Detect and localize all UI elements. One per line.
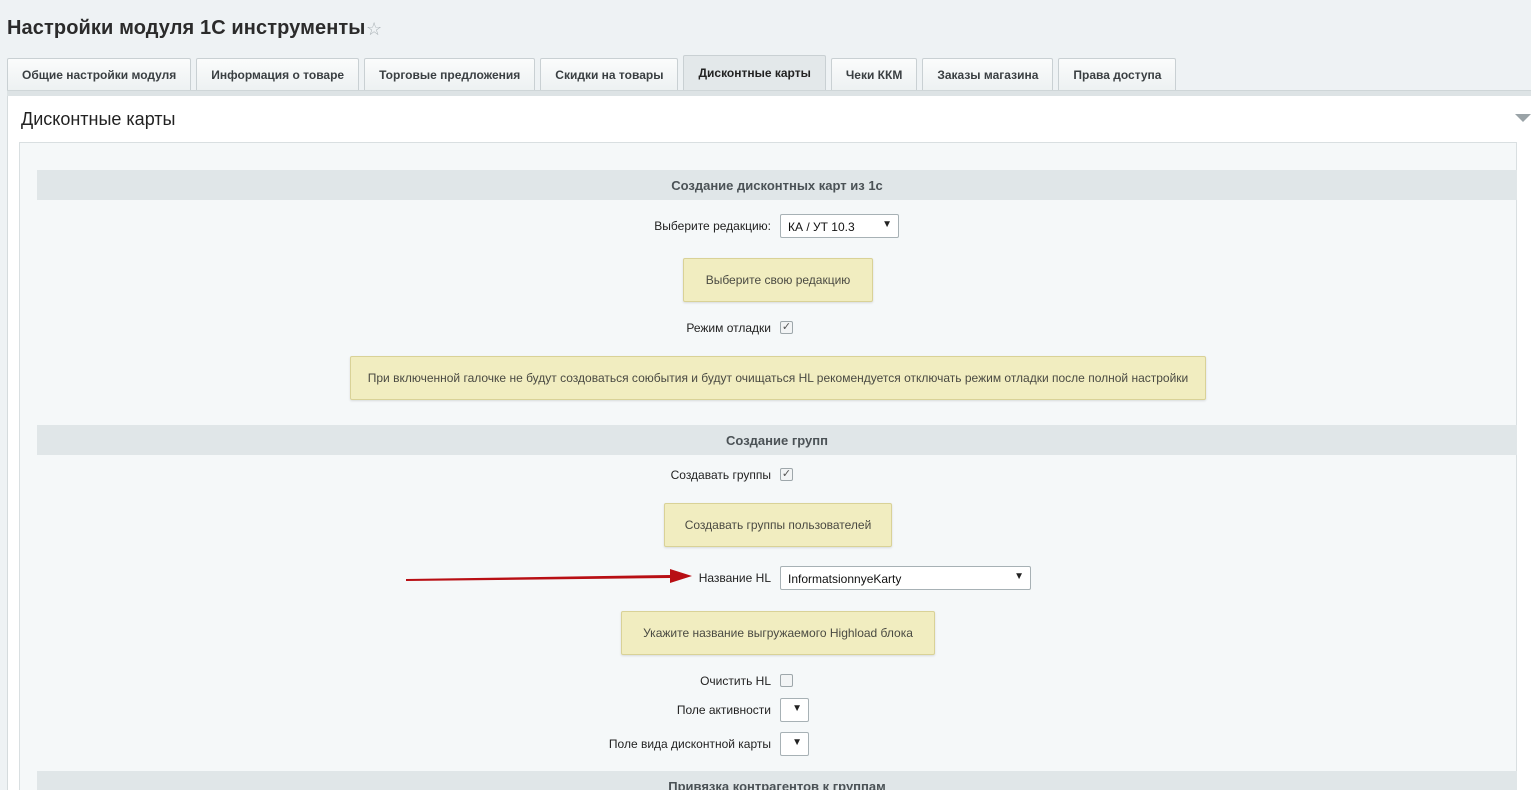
active-field-select[interactable]: ▼ — [780, 698, 809, 722]
hl-note: Укажите название выгружаемого Highload б… — [621, 611, 935, 655]
clear-hl-checkbox[interactable] — [780, 674, 793, 687]
section-heading-contractors: Привязка контрагентов к группам — [37, 771, 1517, 790]
debug-label: Режим отладки — [686, 321, 771, 335]
create-groups-row: Создавать группы ✓ — [20, 463, 1516, 487]
edition-note: Выберите свою редакцию — [683, 258, 873, 302]
create-groups-label: Создавать группы — [670, 468, 771, 482]
clear-hl-label: Очистить HL — [700, 674, 771, 688]
edition-row: Выберите редакцию: КА / УТ 10.3 ▼ — [20, 214, 1516, 238]
chevron-down-icon: ▼ — [882, 219, 892, 230]
tab-product-discounts[interactable]: Скидки на товары — [540, 58, 679, 90]
debug-note: При включенной галочке не будут создоват… — [350, 356, 1206, 400]
debug-row: Режим отладки ✓ — [20, 316, 1516, 340]
tab-access-rights[interactable]: Права доступа — [1058, 58, 1177, 90]
hl-name-select-value: InformatsionnyeKarty — [788, 572, 902, 586]
page-title: Настройки модуля 1С инструменты — [7, 17, 366, 39]
tab-discount-cards[interactable]: Дисконтные карты — [683, 55, 826, 90]
edition-select-value: КА / УТ 10.3 — [788, 220, 855, 234]
tab-bar: Общие настройки модуля Информация о това… — [7, 55, 1181, 90]
chevron-down-icon: ▼ — [792, 703, 802, 714]
chevron-down-icon: ▼ — [1014, 571, 1024, 582]
card-type-label: Поле вида дисконтной карты — [608, 737, 771, 751]
clear-hl-row: Очистить HL — [20, 669, 1516, 693]
edition-label: Выберите редакцию: — [654, 219, 771, 233]
section-heading-discount-cards: Создание дисконтных карт из 1с — [37, 170, 1517, 200]
breadcrumb — [0, 0, 1531, 6]
hl-name-row: Название HL InformatsionnyeKarty ▼ — [20, 566, 1516, 590]
settings-form: Создание дисконтных карт из 1с Выберите … — [19, 142, 1517, 790]
create-groups-checkbox[interactable]: ✓ — [780, 468, 793, 481]
hl-name-select[interactable]: InformatsionnyeKarty ▼ — [780, 566, 1031, 590]
tab-shop-orders[interactable]: Заказы магазина — [922, 58, 1054, 90]
settings-panel: Дисконтные карты Создание дисконтных кар… — [7, 96, 1531, 790]
star-icon[interactable]: ☆ — [366, 19, 382, 40]
active-field-label: Поле активности — [676, 703, 771, 717]
tab-general-settings[interactable]: Общие настройки модуля — [7, 58, 192, 90]
tab-trade-offers[interactable]: Торговые предложения — [364, 58, 536, 90]
tab-kkm-receipts[interactable]: Чеки ККМ — [830, 58, 918, 90]
card-type-select[interactable]: ▼ — [780, 732, 809, 756]
debug-checkbox[interactable]: ✓ — [780, 321, 793, 334]
hl-name-label: Название HL — [698, 571, 771, 585]
card-type-row: Поле вида дисконтной карты ▼ — [20, 732, 1516, 756]
panel-title: Дисконтные карты — [21, 109, 176, 129]
edition-select[interactable]: КА / УТ 10.3 ▼ — [780, 214, 899, 238]
red-arrow-annotation — [406, 569, 692, 583]
tab-product-info[interactable]: Информация о товаре — [196, 58, 360, 90]
create-groups-note: Создавать группы пользователей — [664, 503, 892, 547]
collapse-triangle-icon[interactable] — [1515, 114, 1531, 122]
section-heading-groups: Создание групп — [37, 425, 1517, 455]
active-field-row: Поле активности ▼ — [20, 698, 1516, 722]
chevron-down-icon: ▼ — [792, 737, 802, 748]
